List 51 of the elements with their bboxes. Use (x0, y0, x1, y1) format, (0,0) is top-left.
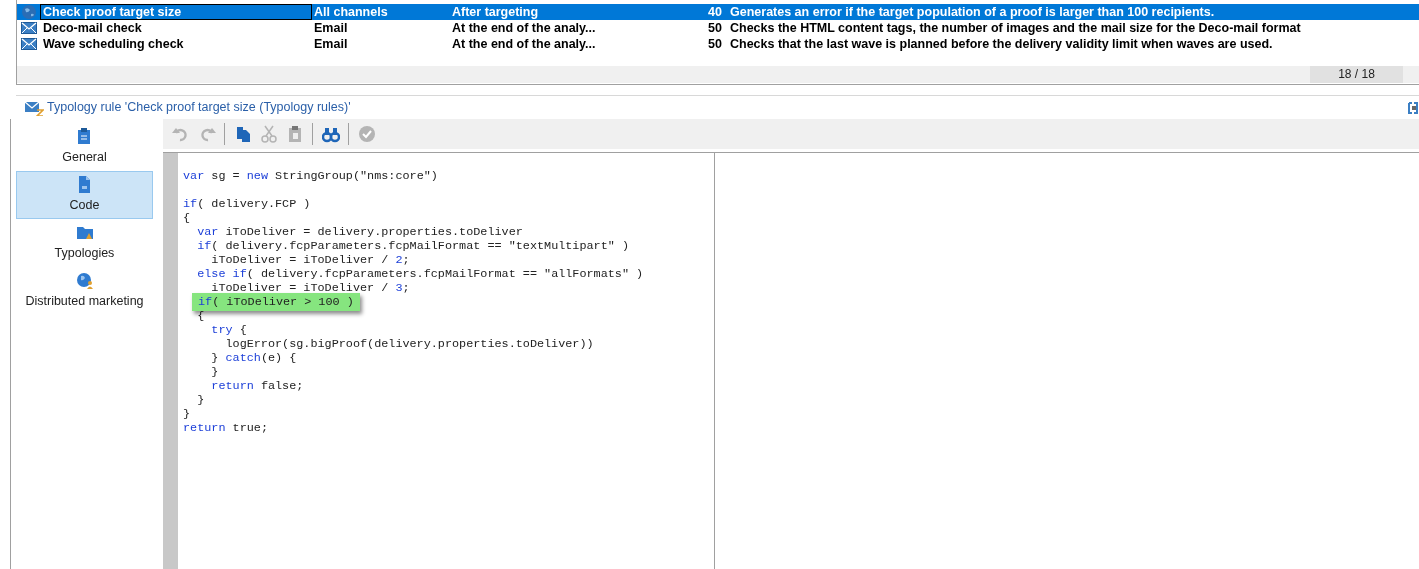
sidebar-tab[interactable]: General (16, 123, 153, 171)
binoculars-icon (321, 125, 340, 143)
code-line: if( delivery.fcpParameters.fcpMailFormat == "textMultipart" ) (196, 239, 629, 253)
code-line: return true; (183, 421, 268, 435)
check-circle-icon (357, 125, 376, 143)
window-title: Typology rule 'Check proof target size (Typology rules)' (47, 99, 351, 117)
table-cell-text: Wave scheduling check (42, 36, 185, 52)
table-cell-text: All channels (314, 3, 389, 21)
code-line: iToDeliver = iToDeliver / 3; (210, 281, 410, 295)
envelope-icon (21, 36, 37, 52)
table-cell-text: At the end of the analy... (452, 35, 597, 53)
list-row[interactable]: Check proof target size All channels After targeting 40 Generates an error if the target population of a proof is larger than 100 recipients. (17, 4, 1419, 20)
code-line: { (183, 211, 191, 225)
table-cell-text: Deco-mail check (42, 20, 143, 36)
list-row[interactable]: Deco-mail check Email At the end of the analy... 50 Checks the HTML content tags, the number of images and the mail size for the Deco-mail format (17, 20, 1419, 36)
table-cell-text: Generates an error if the target population of a proof is larger than 100 recipients. (730, 3, 1215, 21)
sidebar-tab[interactable]: Distributed marketing (16, 267, 153, 315)
table-cell-text: Checks the HTML content tags, the number of images and the mail size for the Deco-mail format (730, 19, 1301, 37)
code-line: if( delivery.FCP ) (183, 197, 311, 211)
globe-user-icon (75, 271, 94, 291)
record-count: 18 / 18 (1310, 66, 1403, 83)
code-line: { (196, 309, 205, 323)
table-cell-text: 50 (708, 35, 723, 53)
table-cell: Check proof target size (40, 4, 312, 20)
table-cell-text: 50 (708, 19, 723, 37)
code-line: return false; (210, 379, 304, 393)
envelope-icon (21, 20, 37, 36)
table-cell-text: At the end of the analy... (452, 19, 597, 37)
code-line: logError(sg.bigProof(delivery.properties.toDeliver)) (224, 337, 594, 351)
list-row[interactable]: Wave scheduling check Email At the end of the analy... 50 Checks that the last wave is planned before the delivery validity limit when waves are used. (17, 36, 1419, 52)
table-cell-text: 40 (708, 3, 723, 21)
code-line: try { (210, 323, 247, 337)
code-line: var sg = new StringGroup("nms:core") (183, 169, 438, 183)
code-line: } (183, 407, 191, 421)
code-line: var iToDeliver = delivery.properties.toDeliver (196, 225, 523, 239)
table-cell-text: Checks that the last wave is planned before the delivery validity limit when waves are used. (730, 35, 1273, 53)
table-cell-text: Email (314, 35, 349, 53)
sidebar-tab[interactable]: Code (16, 171, 153, 219)
scissors-icon (259, 125, 278, 143)
maximize-icon (1408, 101, 1418, 114)
rule-envelope-icon (24, 99, 44, 116)
code-line: } catch(e) { (210, 351, 297, 365)
code-line: else if( delivery.fcpParameters.fcpMailFormat == "allFormats" ) (196, 267, 644, 281)
code-line: } (196, 393, 205, 407)
code-callout: if( iToDeliver > 100 ) (192, 293, 360, 311)
sidebar-tab[interactable]: Typologies (16, 219, 153, 267)
code-line: iToDeliver = iToDeliver / 2; (210, 253, 410, 267)
table-cell-text: Email (314, 19, 349, 37)
code-line: } (210, 365, 219, 379)
globe-icon (21, 4, 37, 20)
table-cell-text: After targeting (452, 3, 540, 21)
